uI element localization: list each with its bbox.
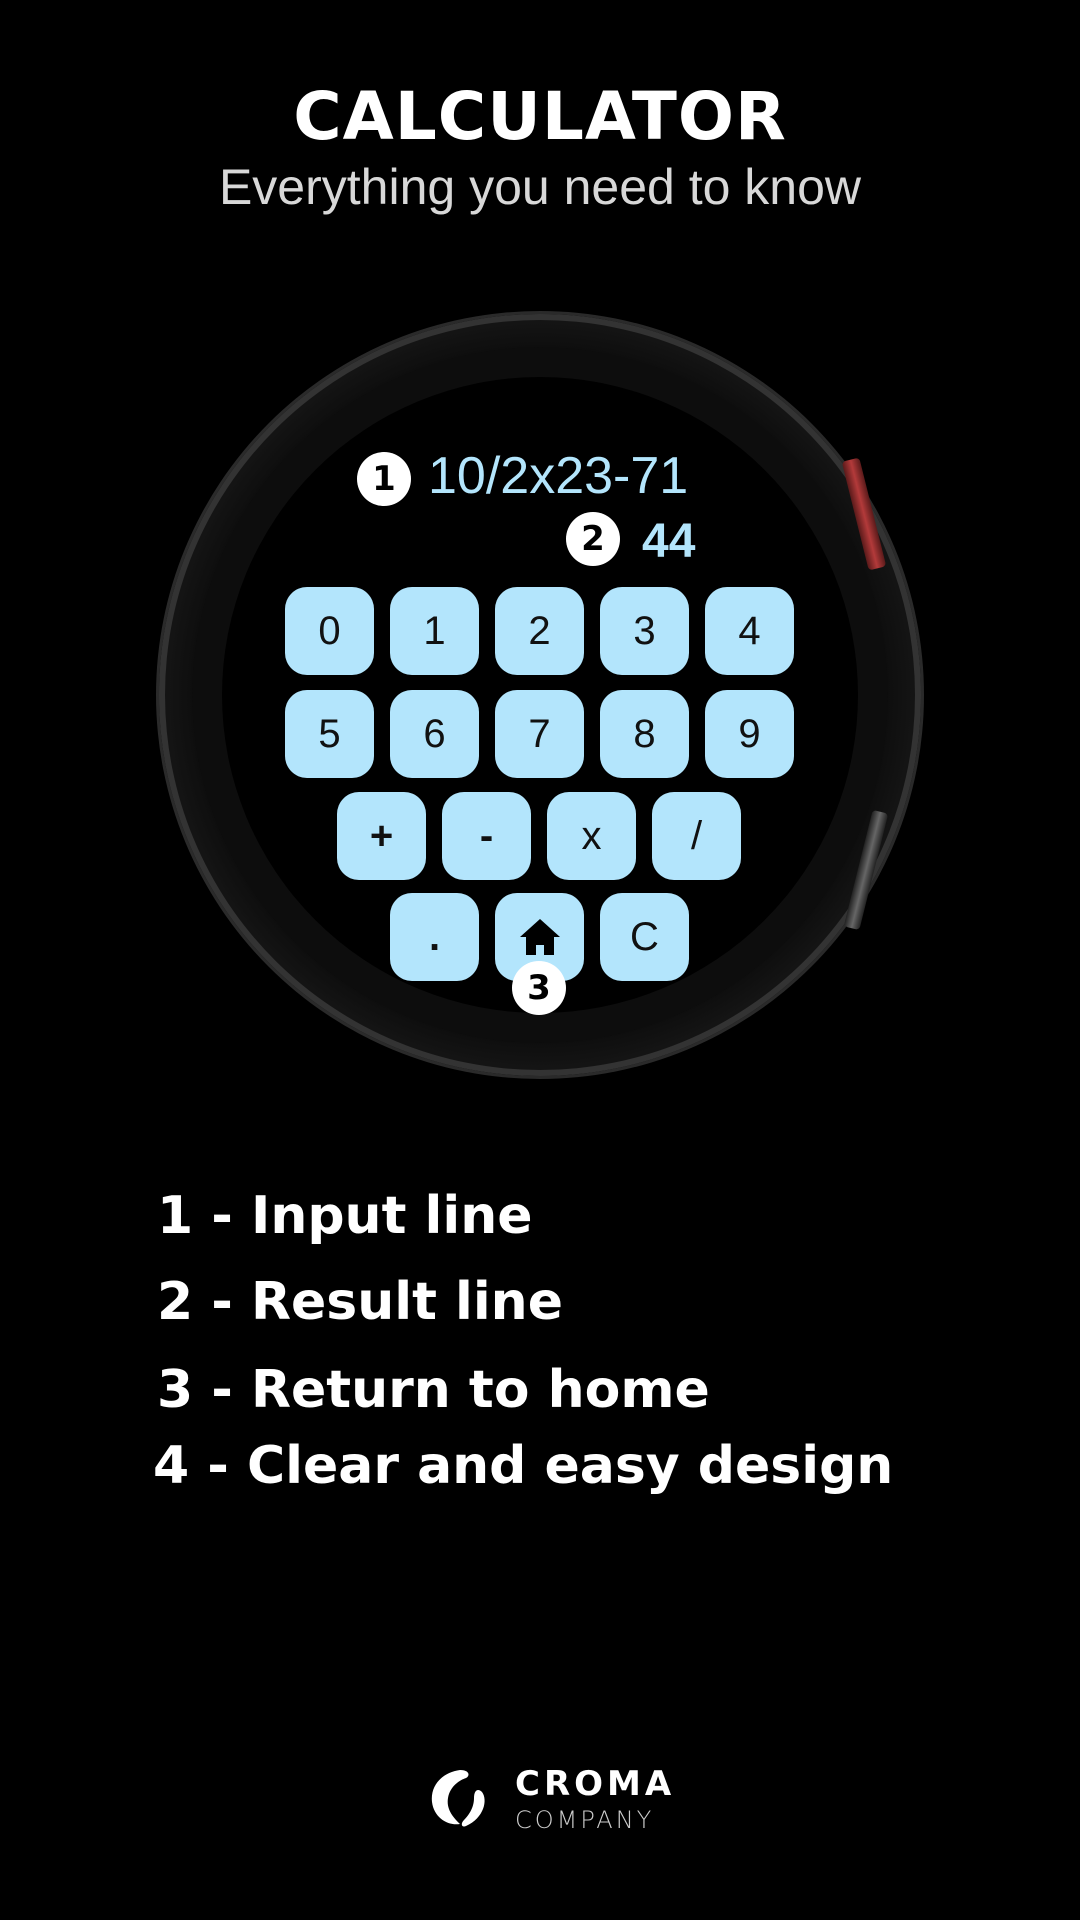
key-multiply[interactable]: x — [547, 792, 636, 880]
badge-1: 1 — [357, 452, 411, 506]
brand-name: CROMA — [515, 1764, 676, 1804]
croma-logo-icon — [431, 1770, 485, 1827]
key-2[interactable]: 2 — [495, 587, 584, 675]
page-subtitle: Everything you need to know — [218, 159, 862, 215]
key-8[interactable]: 8 — [600, 690, 689, 778]
input-line: 10/2x23-71 — [428, 447, 689, 505]
key-5[interactable]: 5 — [285, 690, 374, 778]
home-icon — [519, 919, 560, 955]
feature-item: 4 - Clear and easy design — [153, 1436, 894, 1496]
key-divide[interactable]: / — [652, 792, 741, 880]
brand-subname: COMPANY — [515, 1806, 655, 1834]
badge-2: 2 — [566, 512, 620, 566]
badge-3: 3 — [512, 961, 566, 1015]
key-minus[interactable]: - — [442, 792, 531, 880]
key-3[interactable]: 3 — [600, 587, 689, 675]
result-line: 44 — [642, 515, 696, 568]
feature-item: 3 - Return to home — [157, 1360, 710, 1420]
key-decimal[interactable]: . — [390, 893, 479, 981]
key-plus[interactable]: + — [337, 792, 426, 880]
feature-item: 2 - Result line — [157, 1272, 563, 1332]
key-4[interactable]: 4 — [705, 587, 794, 675]
key-9[interactable]: 9 — [705, 690, 794, 778]
feature-item: 1 - Input line — [157, 1186, 533, 1246]
key-1[interactable]: 1 — [390, 587, 479, 675]
key-7[interactable]: 7 — [495, 690, 584, 778]
page-title: CALCULATOR — [293, 78, 787, 155]
key-0[interactable]: 0 — [285, 587, 374, 675]
key-6[interactable]: 6 — [390, 690, 479, 778]
key-clear[interactable]: C — [600, 893, 689, 981]
